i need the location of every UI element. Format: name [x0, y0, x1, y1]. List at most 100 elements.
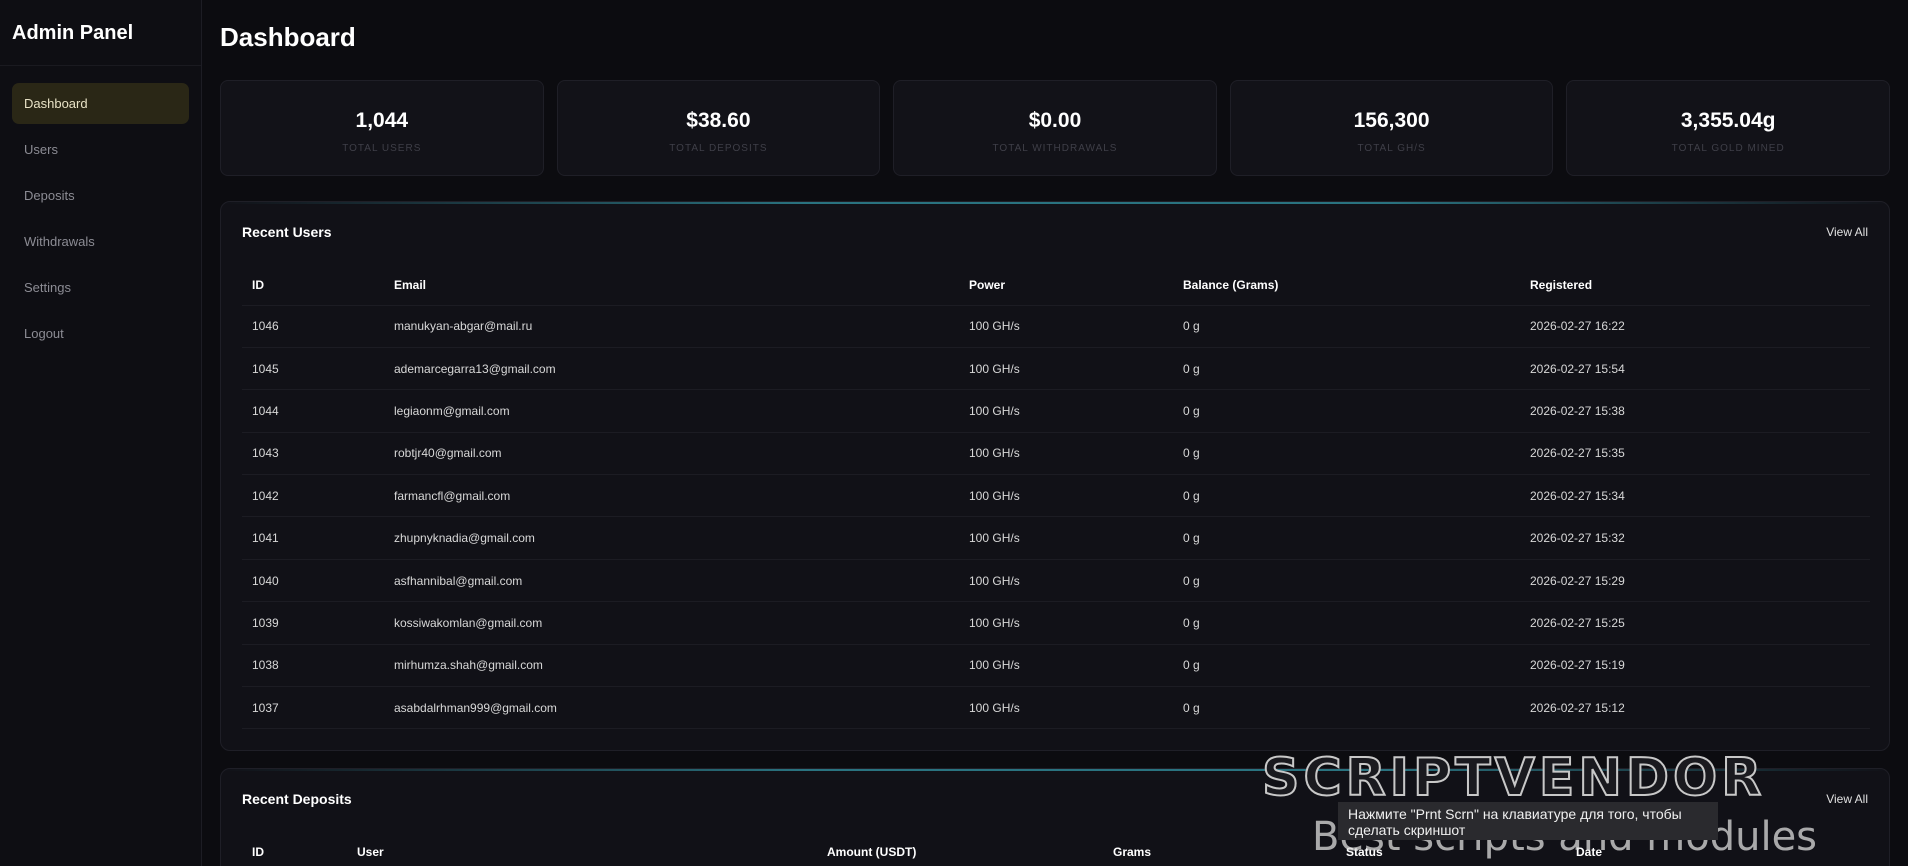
panel-header: Recent Deposits View All [242, 791, 1868, 807]
sidebar-item-deposits[interactable]: Deposits [12, 175, 189, 216]
column-header: Balance (Grams) [1173, 265, 1520, 306]
recent-users-panel: Recent Users View All ID Email Power Bal… [220, 201, 1890, 751]
view-all-users-link[interactable]: View All [1826, 225, 1868, 239]
stat-value: $38.60 [686, 108, 751, 132]
stat-label: TOTAL WITHDRAWALS [992, 142, 1118, 154]
stat-card-total-withdrawals: $0.00 TOTAL WITHDRAWALS [893, 80, 1217, 176]
cell-balance: 0 g [1173, 474, 1520, 518]
cell-id: 1044 [242, 389, 384, 433]
stats-row: 1,044 TOTAL USERS $38.60 TOTAL DEPOSITS … [220, 80, 1890, 176]
stat-card-total-ghs: 156,300 TOTAL GH/S [1229, 80, 1554, 176]
stat-label: TOTAL DEPOSITS [669, 142, 768, 154]
panel-title: Recent Deposits [242, 791, 352, 807]
column-header: Registered [1520, 265, 1870, 306]
cell-balance: 0 g [1173, 432, 1520, 476]
sidebar: Admin Panel Dashboard Users Deposits Wit… [0, 0, 202, 866]
cell-email: robtjr40@gmail.com [384, 432, 959, 476]
main-content: Dashboard 1,044 TOTAL USERS $38.60 TOTAL… [220, 0, 1890, 866]
cell-power: 100 GH/s [959, 347, 1173, 391]
table-row: 1045 ademarcegarra13@gmail.com 100 GH/s … [242, 347, 1870, 391]
table-header-row: ID User Amount (USDT) Grams Status Date [242, 832, 1870, 866]
sidebar-item-withdrawals[interactable]: Withdrawals [12, 221, 189, 262]
column-header: Date [1566, 832, 1870, 866]
cell-email: manukyan-abgar@mail.ru [384, 305, 959, 348]
cell-power: 100 GH/s [959, 559, 1173, 603]
cell-registered: 2026-02-27 15:29 [1520, 559, 1870, 603]
cell-email: mirhumza.shah@gmail.com [384, 644, 959, 688]
brand-title: Admin Panel [0, 0, 201, 66]
cell-balance: 0 g [1173, 601, 1520, 645]
stat-value: 3,355.04g [1680, 108, 1776, 132]
recent-deposits-panel: Recent Deposits View All ID User Amount … [220, 768, 1890, 866]
cell-power: 100 GH/s [959, 432, 1173, 476]
stat-card-total-deposits: $38.60 TOTAL DEPOSITS [556, 80, 881, 176]
column-header: Power [959, 265, 1173, 306]
cell-balance: 0 g [1173, 686, 1520, 730]
table-row: 1040 asfhannibal@gmail.com 100 GH/s 0 g … [242, 559, 1870, 603]
table-row: 1037 asabdalrhman999@gmail.com 100 GH/s … [242, 686, 1870, 730]
cell-registered: 2026-02-27 15:12 [1520, 686, 1870, 730]
cell-registered: 2026-02-27 16:22 [1520, 305, 1870, 348]
cell-registered: 2026-02-27 15:32 [1520, 516, 1870, 560]
cell-registered: 2026-02-27 15:38 [1520, 389, 1870, 433]
cell-id: 1038 [242, 644, 384, 688]
column-header: ID [242, 832, 347, 866]
cell-balance: 0 g [1173, 516, 1520, 560]
cell-email: farmancfl@gmail.com [384, 474, 959, 518]
sidebar-item-settings[interactable]: Settings [12, 267, 189, 308]
cell-email: ademarcegarra13@gmail.com [384, 347, 959, 391]
cell-id: 1037 [242, 686, 384, 730]
column-header: ID [242, 265, 384, 306]
cell-registered: 2026-02-27 15:54 [1520, 347, 1870, 391]
cell-balance: 0 g [1173, 305, 1520, 348]
sidebar-item-users[interactable]: Users [12, 129, 189, 170]
view-all-deposits-link[interactable]: View All [1826, 792, 1868, 806]
cell-registered: 2026-02-27 15:25 [1520, 601, 1870, 645]
table-row: 1043 robtjr40@gmail.com 100 GH/s 0 g 202… [242, 432, 1870, 476]
column-header: Status [1336, 832, 1566, 866]
table-row: 1041 zhupnyknadia@gmail.com 100 GH/s 0 g… [242, 516, 1870, 560]
panel-header: Recent Users View All [242, 224, 1868, 240]
stat-label: TOTAL GH/S [1357, 142, 1426, 154]
cell-id: 1040 [242, 559, 384, 603]
cell-id: 1045 [242, 347, 384, 391]
column-header: Grams [1103, 832, 1336, 866]
stat-value: 156,300 [1353, 108, 1430, 132]
page-title: Dashboard [220, 22, 356, 52]
cell-power: 100 GH/s [959, 474, 1173, 518]
column-header: Email [384, 265, 959, 306]
column-header: Amount (USDT) [817, 832, 1103, 866]
cell-registered: 2026-02-27 15:19 [1520, 644, 1870, 688]
recent-users-table: ID Email Power Balance (Grams) Registere… [242, 265, 1870, 730]
cell-power: 100 GH/s [959, 644, 1173, 688]
sidebar-nav: Dashboard Users Deposits Withdrawals Set… [0, 66, 201, 354]
recent-deposits-table: ID User Amount (USDT) Grams Status Date [242, 832, 1870, 866]
app-root: Admin Panel Dashboard Users Deposits Wit… [0, 0, 1908, 866]
table-header-row: ID Email Power Balance (Grams) Registere… [242, 265, 1870, 306]
sidebar-item-logout[interactable]: Logout [12, 313, 189, 354]
cell-balance: 0 g [1173, 644, 1520, 688]
cell-email: zhupnyknadia@gmail.com [384, 516, 959, 560]
stat-card-total-gold-mined: 3,355.04g TOTAL GOLD MINED [1566, 80, 1890, 176]
cell-registered: 2026-02-27 15:34 [1520, 474, 1870, 518]
sidebar-item-dashboard[interactable]: Dashboard [12, 83, 189, 124]
stat-label: TOTAL USERS [342, 142, 422, 154]
cell-id: 1039 [242, 601, 384, 645]
column-header: User [347, 832, 817, 866]
table-row: 1044 legiaonm@gmail.com 100 GH/s 0 g 202… [242, 389, 1870, 433]
cell-power: 100 GH/s [959, 686, 1173, 730]
cell-power: 100 GH/s [959, 516, 1173, 560]
stat-value: $0.00 [1028, 108, 1082, 132]
cell-id: 1042 [242, 474, 384, 518]
cell-email: asfhannibal@gmail.com [384, 559, 959, 603]
cell-power: 100 GH/s [959, 305, 1173, 348]
cell-email: legiaonm@gmail.com [384, 389, 959, 433]
stat-card-total-users: 1,044 TOTAL USERS [220, 80, 544, 176]
cell-balance: 0 g [1173, 347, 1520, 391]
stat-label: TOTAL GOLD MINED [1671, 142, 1785, 154]
table-row: 1039 kossiwakomlan@gmail.com 100 GH/s 0 … [242, 601, 1870, 645]
cell-balance: 0 g [1173, 389, 1520, 433]
cell-registered: 2026-02-27 15:35 [1520, 432, 1870, 476]
table-row: 1042 farmancfl@gmail.com 100 GH/s 0 g 20… [242, 474, 1870, 518]
cell-id: 1041 [242, 516, 384, 560]
